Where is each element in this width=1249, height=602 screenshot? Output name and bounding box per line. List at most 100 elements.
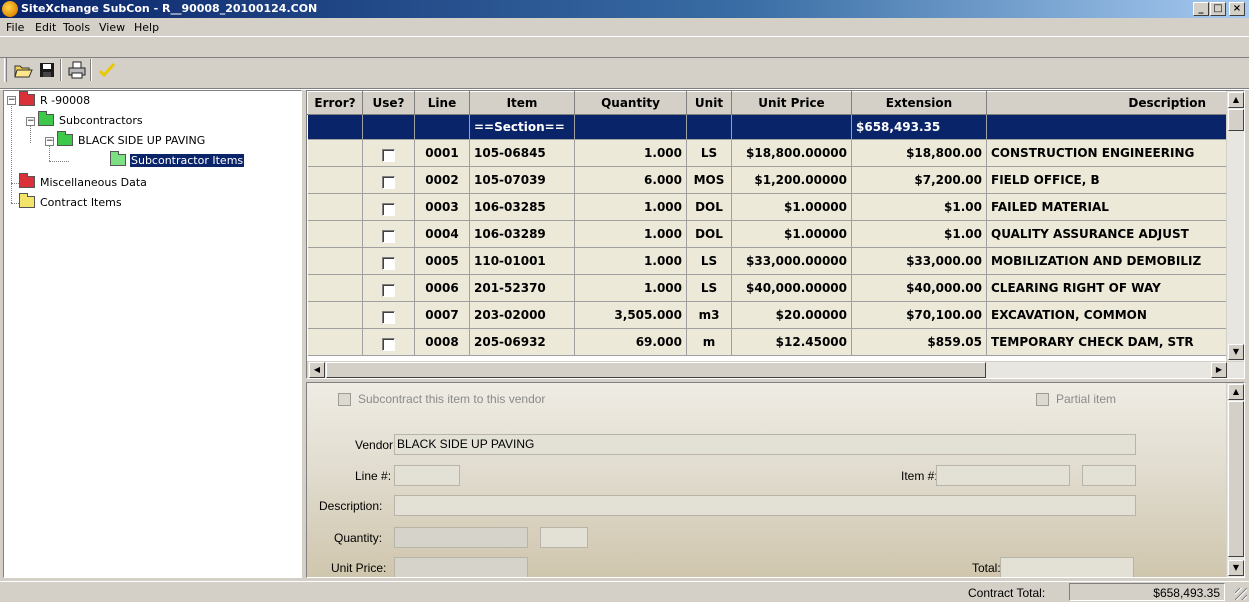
unit-price-cell: $20.00000 [731,301,852,329]
unit-cell: LS [686,247,732,275]
tree-line [49,161,69,162]
col-header-unit[interactable]: Unit [686,91,732,115]
use-checkbox[interactable] [382,202,395,216]
table-row[interactable]: 0005 110-01001 1.000 LS $33,000.00000 $3… [307,247,1227,275]
grid-horizontal-scrollbar[interactable]: ◀ ▶ [307,361,1244,378]
table-row[interactable]: 0007 203-02000 3,505.000 m3 $20.00000 $7… [307,301,1227,329]
line-cell: 0005 [414,247,470,275]
description-cell: FAILED MATERIAL [986,193,1227,221]
toolbar-grip[interactable] [4,58,7,82]
description-field[interactable] [394,495,1136,516]
col-header-line[interactable]: Line [414,91,470,115]
col-header-use[interactable]: Use? [362,91,415,115]
section-extension: $658,493.35 [851,114,987,140]
use-checkbox[interactable] [382,256,395,270]
item-cell: 203-02000 [469,301,575,329]
quantity-unit-field[interactable] [540,527,588,548]
quantity-cell: 1.000 [574,139,687,167]
extension-cell: $1.00 [851,220,987,248]
scroll-down-icon[interactable]: ▼ [1228,344,1244,360]
scroll-down-icon[interactable]: ▼ [1228,560,1244,576]
menu-file[interactable]: File [6,21,24,34]
scroll-up-icon[interactable]: ▲ [1228,92,1244,108]
use-checkbox[interactable] [382,310,395,324]
line-number-field[interactable] [394,465,460,486]
col-header-unit-price[interactable]: Unit Price [731,91,852,115]
use-checkbox[interactable] [382,337,395,351]
tree-collapse-icon[interactable]: − [7,96,16,105]
unit-price-cell: $18,800.00000 [731,139,852,167]
open-folder-icon[interactable] [12,59,34,81]
menu-tools[interactable]: Tools [63,21,90,34]
scroll-left-icon[interactable]: ◀ [309,362,325,378]
error-cell [307,274,363,302]
unit-price-field[interactable] [394,557,528,577]
quantity-cell: 69.000 [574,328,687,356]
details-vertical-scrollbar[interactable]: ▲ ▼ [1226,383,1244,577]
tree-collapse-icon[interactable]: − [26,117,35,126]
item-number-field[interactable] [936,465,1070,486]
save-icon[interactable] [36,59,58,81]
minimize-button[interactable]: _ [1193,2,1209,16]
scroll-right-icon[interactable]: ▶ [1211,362,1227,378]
col-header-description[interactable]: Description [986,91,1227,115]
table-cell [414,114,470,140]
use-cell [362,328,415,356]
unit-cell: DOL [686,220,732,248]
scroll-thumb[interactable] [326,362,986,378]
menu-edit[interactable]: Edit [35,21,56,34]
scroll-thumb[interactable] [1228,109,1244,131]
quantity-cell: 1.000 [574,220,687,248]
unit-price-cell: $12.45000 [731,328,852,356]
maximize-button[interactable]: □ [1210,2,1226,16]
quantity-field[interactable] [394,527,528,548]
table-row[interactable]: 0003 106-03285 1.000 DOL $1.00000 $1.00 … [307,193,1227,221]
scroll-up-icon[interactable]: ▲ [1228,384,1244,400]
col-header-extension[interactable]: Extension [851,91,987,115]
app-icon [2,1,18,17]
use-checkbox[interactable] [382,148,395,162]
use-checkbox[interactable] [382,229,395,243]
tree-collapse-icon[interactable]: − [45,137,54,146]
window-title: SiteXchange SubCon - R__90008_20100124.C… [21,2,318,15]
col-header-quantity[interactable]: Quantity [574,91,687,115]
line-cell: 0003 [414,193,470,221]
total-field[interactable] [1000,557,1134,577]
description-cell: TEMPORARY CHECK DAM, STR [986,328,1227,356]
contract-total-label: Contract Total: [968,586,1046,600]
vendor-field[interactable]: BLACK SIDE UP PAVING [394,434,1136,455]
line-cell: 0001 [414,139,470,167]
description-cell: QUALITY ASSURANCE ADJUST [986,220,1227,248]
table-row[interactable]: 0002 105-07039 6.000 MOS $1,200.00000 $7… [307,166,1227,194]
menu-help[interactable]: Help [134,21,159,34]
subcontract-checkbox[interactable] [338,393,351,406]
tree-node-label: R -90008 [40,94,91,107]
unit-price-label: Unit Price: [331,561,387,575]
items-grid[interactable]: Error? Use? Line Item Quantity Unit Unit… [306,90,1245,379]
table-row[interactable]: 0008 205-06932 69.000 m $12.45000 $859.0… [307,328,1227,356]
unit-price-cell: $1.00000 [731,193,852,221]
table-row[interactable]: 0004 106-03289 1.000 DOL $1.00000 $1.00 … [307,220,1227,248]
quantity-cell: 6.000 [574,166,687,194]
col-header-item[interactable]: Item [469,91,575,115]
col-header-error[interactable]: Error? [307,91,363,115]
resize-grip-icon[interactable] [1235,588,1247,600]
section-row[interactable]: ==Section== $658,493.35 [307,114,1227,140]
table-cell [362,114,415,140]
menu-view[interactable]: View [99,21,125,34]
use-cell [362,193,415,221]
table-row[interactable]: 0001 105-06845 1.000 LS $18,800.00000 $1… [307,139,1227,167]
grid-vertical-scrollbar[interactable]: ▲ ▼ [1226,91,1244,361]
table-row[interactable]: 0006 201-52370 1.000 LS $40,000.00000 $4… [307,274,1227,302]
use-checkbox[interactable] [382,175,395,189]
close-button[interactable]: × [1229,2,1245,16]
table-cell [686,114,732,140]
scroll-thumb[interactable] [1228,401,1244,557]
print-icon[interactable] [66,59,88,81]
tree-view[interactable]: − R -90008 − Subcontractors − BLACK SIDE… [3,90,302,578]
checkmark-icon[interactable] [96,59,118,81]
partial-item-checkbox[interactable] [1036,393,1049,406]
use-checkbox[interactable] [382,283,395,297]
unit-cell: m [686,328,732,356]
item-suffix-field[interactable] [1082,465,1136,486]
